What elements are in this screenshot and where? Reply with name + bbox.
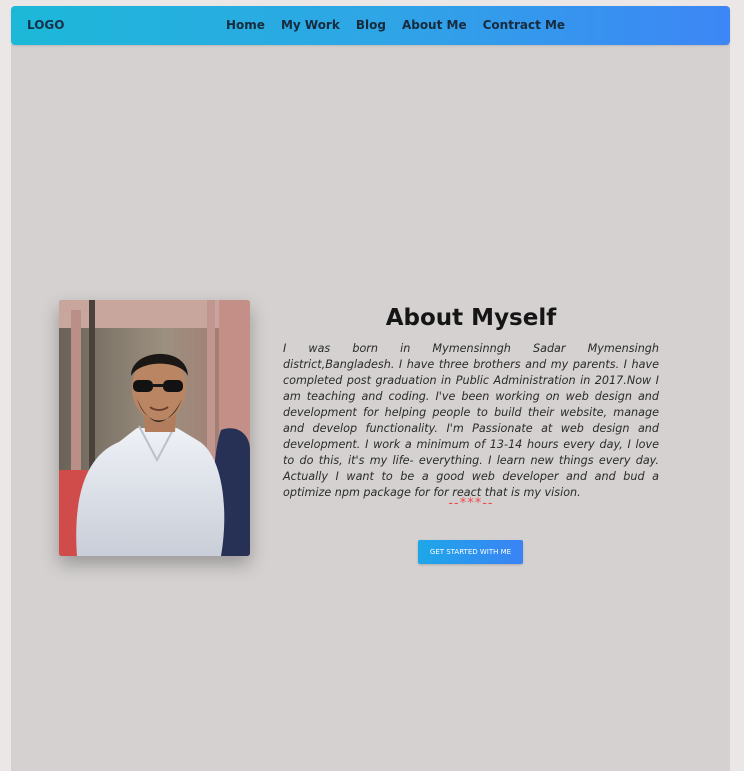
section-divider: --***-- — [448, 496, 494, 511]
top-navbar: LOGO Home My Work Blog About Me Contract… — [11, 6, 730, 45]
main-nav: Home My Work Blog About Me Contract Me — [226, 18, 565, 32]
about-bio: I was born in Mymensinngh Sadar Mymensin… — [283, 342, 659, 499]
nav-link-blog[interactable]: Blog — [356, 18, 386, 32]
nav-link-about-me[interactable]: About Me — [402, 18, 467, 32]
nav-link-home[interactable]: Home — [226, 18, 265, 32]
get-started-button[interactable]: GET STARTED WITH ME — [418, 540, 523, 564]
nav-link-contract-me[interactable]: Contract Me — [483, 18, 565, 32]
nav-link-my-work[interactable]: My Work — [281, 18, 340, 32]
profile-photo — [59, 300, 250, 556]
logo[interactable]: LOGO — [27, 18, 64, 32]
profile-photo-illustration — [59, 300, 250, 556]
about-title: About Myself — [385, 305, 557, 332]
page: LOGO Home My Work Blog About Me Contract… — [0, 0, 744, 771]
